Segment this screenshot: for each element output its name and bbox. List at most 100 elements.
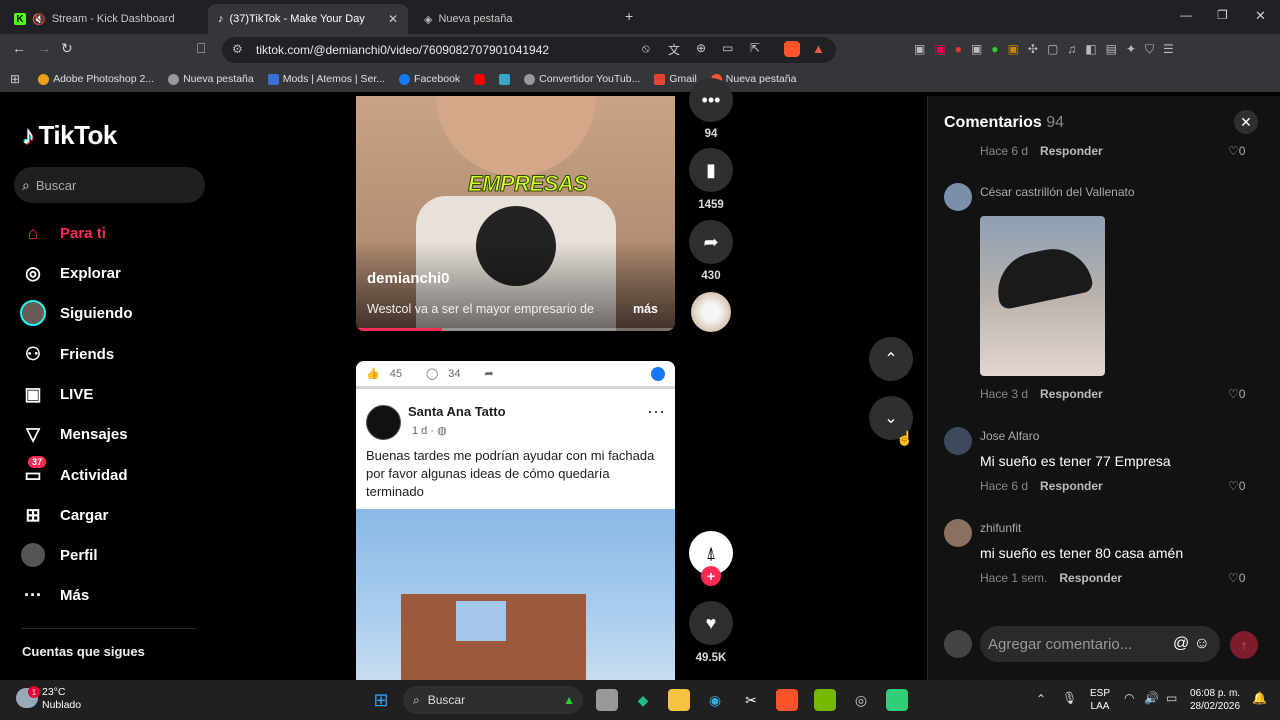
- reply-button[interactable]: Responder: [1040, 387, 1103, 401]
- bookmark-item[interactable]: Gmail: [654, 73, 697, 85]
- comment-like[interactable]: ♡0: [1228, 479, 1245, 493]
- apps-icon[interactable]: ⊞: [10, 72, 20, 86]
- nav-actividad[interactable]: ▭ 37 Actividad: [20, 456, 128, 490]
- search-input[interactable]: ⌕ Buscar: [14, 167, 205, 203]
- nav-explorar[interactable]: ◎ Explorar: [20, 258, 121, 288]
- extension-icon[interactable]: ●: [955, 42, 962, 57]
- tray-chevron-icon[interactable]: ⌃: [1036, 692, 1046, 706]
- emoji-icon[interactable]: ☺: [1194, 635, 1210, 652]
- volume-icon[interactable]: 🔊: [1144, 691, 1159, 705]
- nav-mas[interactable]: ··· Más: [20, 580, 89, 610]
- puzzle-icon[interactable]: ✣: [1028, 42, 1038, 57]
- extension-icon[interactable]: ▢: [1047, 42, 1058, 57]
- wifi-icon[interactable]: ◠: [1124, 691, 1134, 705]
- reply-button[interactable]: Responder: [1040, 479, 1103, 493]
- url-field[interactable]: ⚙ tiktok.com/@demianchi0/video/760908270…: [222, 37, 836, 63]
- nvidia-icon[interactable]: [814, 689, 836, 711]
- comment-like[interactable]: ♡0: [1228, 571, 1245, 585]
- music-disc-icon[interactable]: [691, 292, 731, 332]
- extension-icon[interactable]: ▣: [914, 42, 925, 57]
- video-progress-bar[interactable]: [356, 328, 675, 331]
- close-tab-icon[interactable]: ✕: [388, 12, 398, 26]
- nav-mensajes[interactable]: ▽ Mensajes: [20, 419, 127, 449]
- bookmark-item[interactable]: Adobe Photoshop 2...: [38, 73, 154, 85]
- bookmark-item[interactable]: [474, 73, 486, 85]
- nav-cargar[interactable]: ⊞ Cargar: [20, 500, 108, 530]
- comment-like[interactable]: ♡0: [1228, 144, 1245, 158]
- nav-siguiendo[interactable]: Siguiendo: [20, 298, 133, 328]
- minimize-icon[interactable]: —: [1180, 8, 1192, 22]
- comment-author[interactable]: zhifunfit: [980, 521, 1021, 535]
- windows-start-icon[interactable]: ⊞: [370, 689, 392, 711]
- microphone-icon[interactable]: 🎙: [1062, 691, 1077, 705]
- comment-author[interactable]: César castrillón del Vallenato: [980, 185, 1135, 199]
- bookmark-item[interactable]: [499, 73, 511, 85]
- media-icon[interactable]: ♫: [1067, 42, 1076, 57]
- extension-icon[interactable]: ▣: [934, 42, 945, 57]
- translate-icon[interactable]: 文: [668, 41, 680, 58]
- avatar[interactable]: [944, 427, 972, 455]
- clock[interactable]: 06:08 p. m. 28/02/2026: [1190, 687, 1240, 713]
- new-tab-icon[interactable]: +: [625, 8, 633, 24]
- nav-friends[interactable]: ⚇ Friends: [20, 339, 114, 369]
- tiktok-logo[interactable]: ♪ TikTok: [22, 120, 117, 151]
- extension-icon[interactable]: ●: [991, 42, 998, 57]
- language-indicator[interactable]: ESP LAA: [1090, 687, 1110, 713]
- tab-tiktok[interactable]: ♪ (37)TikTok - Make Your Day ✕: [208, 4, 408, 34]
- notification-icon[interactable]: 🔔: [1252, 691, 1267, 705]
- site-info-icon[interactable]: ⚙: [232, 42, 243, 56]
- zoom-icon[interactable]: ⊕: [696, 41, 706, 55]
- comment-image[interactable]: [980, 216, 1105, 376]
- save-button[interactable]: ▮: [689, 148, 733, 192]
- share-icon[interactable]: ⇱: [750, 41, 760, 55]
- task-view-icon[interactable]: [596, 689, 618, 711]
- like-button[interactable]: ♥: [689, 601, 733, 645]
- tab-new[interactable]: ◈ Nueva pestaña: [414, 4, 614, 34]
- forward-icon[interactable]: →: [37, 40, 51, 56]
- app-icon[interactable]: ◆: [632, 689, 654, 711]
- cast-icon[interactable]: ▭: [722, 41, 733, 55]
- extension-icon[interactable]: ▣: [1008, 42, 1019, 57]
- avatar[interactable]: [944, 183, 972, 211]
- avatar[interactable]: [944, 519, 972, 547]
- video-player[interactable]: 👍 45 ◯ 34 ➦ Santa Ana Tatto 1 d · ◍ ··· …: [356, 361, 675, 680]
- previous-video-button[interactable]: ⌃: [869, 337, 913, 381]
- video-author[interactable]: demianchi0: [367, 270, 450, 287]
- bookmark-item[interactable]: Facebook: [399, 73, 460, 85]
- nav-live[interactable]: ▣ LIVE: [20, 379, 93, 409]
- maximize-icon[interactable]: ❐: [1217, 8, 1228, 22]
- reply-button[interactable]: Responder: [1059, 571, 1122, 585]
- comment-button[interactable]: •••: [689, 78, 733, 122]
- edge-icon[interactable]: ◉: [704, 689, 726, 711]
- back-icon[interactable]: ←: [12, 40, 26, 56]
- weather-widget[interactable]: 23°C Nublado: [42, 686, 81, 712]
- tab-kick[interactable]: K 🔇 Stream - Kick Dashboard: [4, 4, 204, 34]
- nav-para-ti[interactable]: ⌂ Para ti: [20, 218, 106, 248]
- bookmark-item[interactable]: Convertidor YouTub...: [524, 73, 640, 85]
- reload-icon[interactable]: ↻: [61, 40, 73, 57]
- comment-author[interactable]: Jose Alfaro: [980, 429, 1039, 443]
- more-button[interactable]: más: [633, 302, 658, 316]
- mention-icon[interactable]: @: [1173, 635, 1189, 652]
- brave-taskbar-icon[interactable]: [776, 689, 798, 711]
- share-button[interactable]: ➦: [689, 220, 733, 264]
- menu-icon[interactable]: ☰: [1163, 42, 1174, 57]
- sidebar-icon[interactable]: ◧: [1085, 42, 1096, 57]
- close-comments-button[interactable]: ✕: [1234, 110, 1258, 134]
- capcut-icon[interactable]: ✂: [740, 689, 762, 711]
- battery-icon[interactable]: ▭: [1166, 691, 1177, 705]
- close-window-icon[interactable]: ✕: [1255, 8, 1266, 24]
- nav-perfil[interactable]: Perfil: [20, 540, 98, 570]
- taskbar-search[interactable]: ⌕ Buscar ▲: [403, 686, 583, 714]
- bookmark-page-icon[interactable]: ⎕: [197, 40, 205, 57]
- brave-shields-icon[interactable]: [784, 41, 800, 57]
- leo-icon[interactable]: ✦: [1126, 42, 1136, 57]
- extension-icon[interactable]: ▣: [971, 42, 982, 57]
- add-comment-input[interactable]: Agregar comentario... @ ☺: [980, 626, 1220, 662]
- app-icon[interactable]: [886, 689, 908, 711]
- tracking-icon[interactable]: ⦸: [642, 41, 650, 56]
- obs-icon[interactable]: ◎: [850, 689, 872, 711]
- brave-rewards-icon[interactable]: ▲: [812, 41, 825, 56]
- vpn-icon[interactable]: ⛉: [1145, 42, 1154, 57]
- file-explorer-icon[interactable]: [668, 689, 690, 711]
